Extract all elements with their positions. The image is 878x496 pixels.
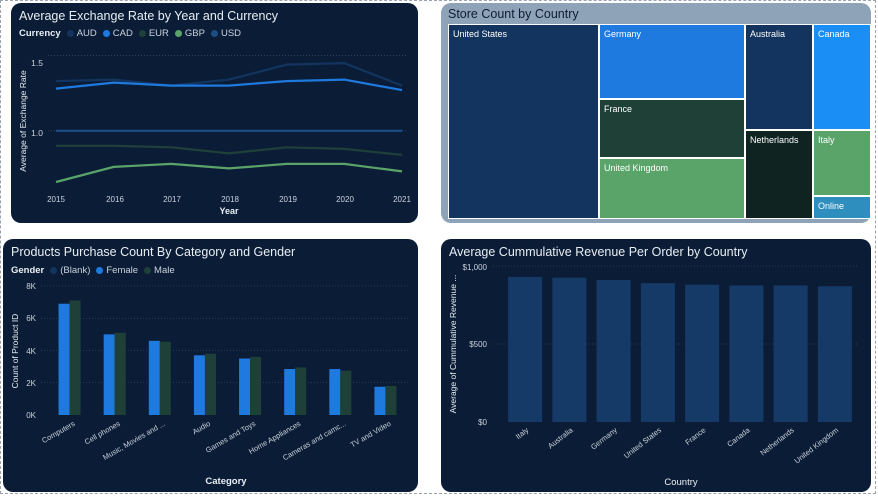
category-label: TV and Video <box>349 419 393 449</box>
exchange-rate-plot[interactable]: 1.5 1.0 2015 2016 2017 2018 2019 2020 20… <box>11 3 418 223</box>
treemap-cell-france[interactable]: France <box>599 99 745 158</box>
country-label: Germany <box>589 425 619 451</box>
revenue-bar[interactable] <box>685 284 720 422</box>
y-tick-label: 0K <box>26 411 36 420</box>
treemap-label: United Kingdom <box>604 163 669 173</box>
category-label: Cell phones <box>83 419 122 447</box>
purchase-count-card[interactable]: Products Purchase Count By Category and … <box>3 239 418 492</box>
x-tick-label: 2019 <box>279 195 297 204</box>
y-axis-title: Average of Exchange Rate <box>18 70 28 172</box>
bar-male[interactable] <box>159 341 171 415</box>
x-tick-label: 2020 <box>336 195 354 204</box>
x-axis-title: Country <box>664 477 698 488</box>
series-line-eur[interactable] <box>56 144 403 156</box>
treemap-cell-italy[interactable]: Italy <box>813 130 871 196</box>
y-tick-label: 1.0 <box>31 128 43 138</box>
bar-male[interactable] <box>69 300 81 415</box>
bar-male[interactable] <box>340 370 352 415</box>
bar-male[interactable] <box>385 385 397 415</box>
category-label: Audio <box>191 419 212 436</box>
store-count-title: Store Count by Country <box>448 7 579 21</box>
x-tick-label: 2021 <box>393 195 411 204</box>
bar-female[interactable] <box>239 358 251 415</box>
series-line-cad[interactable] <box>55 78 403 92</box>
treemap-label: United States <box>453 29 508 39</box>
treemap-label: Netherlands <box>750 135 799 145</box>
y-tick-label: $1,000 <box>463 263 488 272</box>
revenue-bar[interactable] <box>729 285 764 423</box>
bar-male[interactable] <box>295 367 307 415</box>
bar-female[interactable] <box>58 303 70 415</box>
exchange-rate-card[interactable]: Average Exchange Rate by Year and Curren… <box>11 3 418 223</box>
y-tick-label: 6K <box>26 314 36 323</box>
bar-female[interactable] <box>193 355 205 415</box>
treemap-label: France <box>604 104 633 114</box>
treemap-label: Germany <box>604 29 642 39</box>
revenue-bar[interactable] <box>508 276 543 422</box>
purchase-count-plot[interactable]: 8K 6K 4K 2K 0K Category Count of Product… <box>3 239 418 492</box>
treemap-cell-online[interactable]: Online <box>813 196 871 219</box>
bar-male[interactable] <box>204 353 216 415</box>
treemap-label: Online <box>818 201 845 211</box>
y-tick-label: $500 <box>469 340 487 349</box>
bar-female[interactable] <box>103 334 115 415</box>
treemap-cell-netherlands[interactable]: Netherlands <box>745 130 813 219</box>
bar-male[interactable] <box>250 356 262 415</box>
treemap-label: Australia <box>750 29 786 39</box>
bar-female[interactable] <box>329 369 341 415</box>
bar-female[interactable] <box>284 369 296 415</box>
bar-female[interactable] <box>374 386 386 415</box>
x-tick-label: 2016 <box>106 195 124 204</box>
y-tick-label: 8K <box>26 282 36 291</box>
treemap-cell-canada[interactable]: Canada <box>813 24 871 130</box>
x-tick-label: 2018 <box>221 195 239 204</box>
y-tick-label: 1.5 <box>31 58 43 68</box>
y-tick-label: 4K <box>26 347 36 356</box>
x-axis-title: Year <box>219 206 239 216</box>
bar-male[interactable] <box>114 332 126 415</box>
y-tick-label: $0 <box>478 418 487 427</box>
treemap-cell-united-kingdom[interactable]: United Kingdom <box>599 158 745 219</box>
treemap-cell-australia[interactable]: Australia <box>745 24 813 130</box>
country-label: United States <box>622 425 663 460</box>
country-label: United Kingdom <box>793 425 841 465</box>
x-axis-title: Category <box>205 476 247 487</box>
revenue-bar[interactable] <box>596 280 631 422</box>
y-axis-title: Count of Product ID <box>10 314 20 389</box>
x-tick-label: 2015 <box>47 195 65 204</box>
y-tick-label: 2K <box>26 379 36 388</box>
revenue-bar[interactable] <box>773 285 808 423</box>
treemap-label: Canada <box>818 29 850 39</box>
revenue-bar[interactable] <box>552 277 587 422</box>
country-label: Netherlands <box>758 425 796 457</box>
y-axis-title: Average of Cummulative Revenue ... <box>448 275 458 414</box>
bar-female[interactable] <box>148 340 160 415</box>
country-label: Italy <box>514 425 531 441</box>
store-count-card[interactable]: Store Count by Country United States Ger… <box>441 3 871 223</box>
treemap-label: Italy <box>818 135 835 145</box>
series-line-gbp[interactable] <box>55 162 403 184</box>
country-label: Australia <box>546 425 575 451</box>
country-label: Canada <box>725 425 752 449</box>
revenue-plot[interactable]: $1,000 $500 $0 Country Average of Cummul… <box>441 239 871 492</box>
country-label: France <box>683 425 707 446</box>
revenue-bar[interactable] <box>817 286 852 422</box>
category-label: Computers <box>40 419 76 445</box>
x-tick-label: 2017 <box>163 195 181 204</box>
treemap-cell-germany[interactable]: Germany <box>599 24 745 99</box>
revenue-bar[interactable] <box>640 283 675 422</box>
treemap-cell-united-states[interactable]: United States <box>448 24 599 219</box>
revenue-card[interactable]: Average Cummulative Revenue Per Order by… <box>441 239 871 492</box>
